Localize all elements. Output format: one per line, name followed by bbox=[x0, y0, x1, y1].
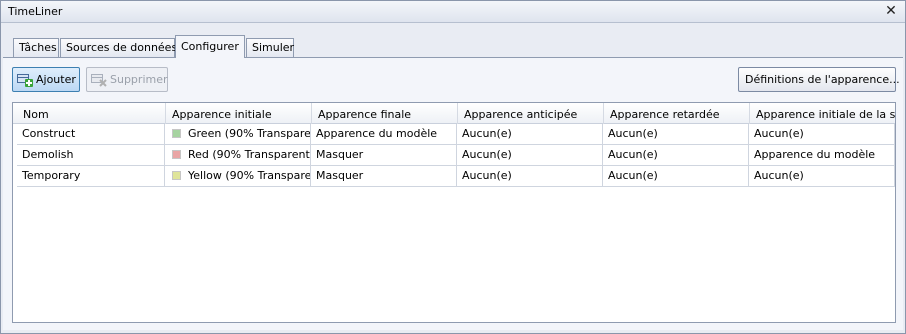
column-header-nom[interactable]: Nom bbox=[13, 103, 165, 124]
tab-sources-de-donnees[interactable]: Sources de données bbox=[60, 38, 177, 57]
remove-row-icon bbox=[91, 74, 107, 87]
add-row-icon bbox=[17, 74, 33, 87]
timeliner-window: TimeLiner ✕ Tâches Sources de données Co… bbox=[0, 0, 906, 334]
column-header-early[interactable]: Apparence anticipée bbox=[457, 103, 603, 124]
cell-name[interactable]: Temporary bbox=[17, 166, 165, 187]
color-swatch-icon bbox=[172, 171, 181, 180]
column-header-initial[interactable]: Apparence initiale bbox=[165, 103, 311, 124]
cell-late[interactable]: Aucun(e) bbox=[603, 145, 749, 166]
window-title: TimeLiner bbox=[8, 5, 63, 18]
cell-initial-label: Red (90% Transparent) bbox=[188, 148, 311, 161]
column-header-sim-start[interactable]: Apparence initiale de la sir bbox=[749, 103, 895, 124]
cell-initial[interactable]: Red (90% Transparent) bbox=[165, 145, 311, 166]
remove-button-label: Supprimer bbox=[110, 73, 168, 86]
add-button-label: Ajouter bbox=[36, 73, 76, 86]
column-header-final[interactable]: Apparence finale bbox=[311, 103, 457, 124]
cell-sim-start[interactable]: Aucun(e) bbox=[749, 166, 895, 187]
table-row[interactable]: Demolish Red (90% Transparent) Masquer A… bbox=[17, 145, 895, 166]
grid-header: Nom Apparence initiale Apparence finale … bbox=[13, 103, 895, 124]
tab-configurer[interactable]: Configurer bbox=[175, 35, 245, 58]
cell-early[interactable]: Aucun(e) bbox=[457, 166, 603, 187]
tab-taches[interactable]: Tâches bbox=[13, 38, 59, 57]
cell-early[interactable]: Aucun(e) bbox=[457, 124, 603, 145]
cell-early[interactable]: Aucun(e) bbox=[457, 145, 603, 166]
close-icon[interactable]: ✕ bbox=[883, 3, 899, 19]
remove-button[interactable]: Supprimer bbox=[86, 67, 168, 92]
appearance-definitions-label: Définitions de l'apparence... bbox=[745, 73, 900, 86]
cell-initial[interactable]: Green (90% Transparer bbox=[165, 124, 311, 145]
add-button[interactable]: Ajouter bbox=[12, 67, 80, 92]
table-row[interactable]: Construct Green (90% Transparer Apparenc… bbox=[17, 124, 895, 145]
cell-late[interactable]: Aucun(e) bbox=[603, 166, 749, 187]
color-swatch-icon bbox=[172, 150, 181, 159]
cell-sim-start[interactable]: Apparence du modèle bbox=[749, 145, 895, 166]
cell-initial-label: Green (90% Transparer bbox=[188, 127, 311, 140]
cell-late[interactable]: Aucun(e) bbox=[603, 124, 749, 145]
title-bar: TimeLiner ✕ bbox=[1, 1, 905, 23]
cell-sim-start[interactable]: Aucun(e) bbox=[749, 124, 895, 145]
cell-name[interactable]: Construct bbox=[17, 124, 165, 145]
cell-final[interactable]: Apparence du modèle bbox=[311, 124, 457, 145]
cell-name[interactable]: Demolish bbox=[17, 145, 165, 166]
column-header-late[interactable]: Apparence retardée bbox=[603, 103, 749, 124]
table-row[interactable]: Temporary Yellow (90% Transparer Masquer… bbox=[17, 166, 895, 187]
cell-final[interactable]: Masquer bbox=[311, 166, 457, 187]
appearance-grid: Nom Apparence initiale Apparence finale … bbox=[12, 102, 896, 323]
cell-final[interactable]: Masquer bbox=[311, 145, 457, 166]
cell-initial-label: Yellow (90% Transparer bbox=[188, 169, 311, 182]
cell-initial[interactable]: Yellow (90% Transparer bbox=[165, 166, 311, 187]
color-swatch-icon bbox=[172, 129, 181, 138]
tab-simuler[interactable]: Simuler bbox=[246, 38, 294, 57]
appearance-definitions-button[interactable]: Définitions de l'apparence... bbox=[738, 67, 900, 92]
